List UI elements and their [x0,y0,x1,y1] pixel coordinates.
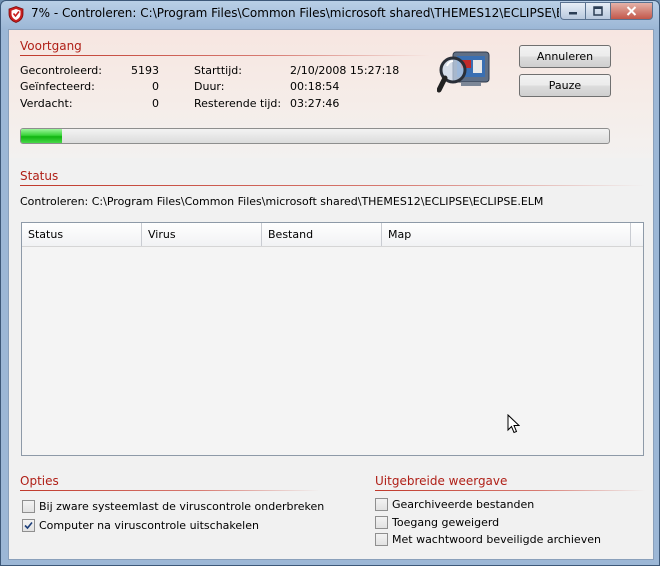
cancel-button[interactable]: Annuleren [519,45,611,68]
scan-window: 7% - Controleren: C:\Program Files\Commo… [0,0,660,566]
progress-section-title: Voortgang [20,39,82,53]
shield-icon [8,6,24,23]
option-shutdown-after-scan[interactable]: Computer na viruscontrole uitschakelen [22,519,259,532]
extended-password-archives-label: Met wachtwoord beveiligde archieven [392,533,601,546]
suspicious-label: Verdacht: [20,97,73,110]
option-shutdown-after-scan-label: Computer na viruscontrole uitschakelen [39,519,259,532]
extended-access-denied[interactable]: Toegang geweigerd [375,516,499,529]
scan-results-list[interactable]: Status Virus Bestand Map [21,222,644,456]
scan-progress-bar [20,128,610,144]
title-bar[interactable]: 7% - Controleren: C:\Program Files\Commo… [1,1,659,27]
progress-panel: Voortgang Gecontroleerd: 5193 Geïnfectee… [9,30,653,158]
extended-access-denied-checkbox[interactable] [375,516,388,529]
duration-label: Duur: [194,80,225,93]
close-icon [626,6,637,16]
extended-access-denied-label: Toegang geweigerd [392,516,500,529]
option-pause-on-load-checkbox[interactable] [22,500,35,513]
option-pause-on-load-label: Bij zware systeemlast de viruscontrole o… [39,500,325,513]
extended-archived-files[interactable]: Gearchiveerde bestanden [375,498,534,511]
window-title: 7% - Controleren: C:\Program Files\Commo… [31,6,559,20]
magnifier-scan-icon [437,51,490,93]
infected-label: Geïnfecteerd: [20,80,95,93]
maximize-icon [593,6,603,16]
option-pause-on-load[interactable]: Bij zware systeemlast de viruscontrole o… [22,500,324,513]
progress-section-divider [20,55,430,56]
results-list-header: Status Virus Bestand Map [22,223,643,247]
option-shutdown-after-scan-checkbox[interactable] [22,519,35,532]
options-section-title: Opties [20,474,59,488]
minimize-button[interactable] [560,2,585,20]
column-header-folder[interactable]: Map [382,223,631,246]
checkmark-icon [24,521,33,530]
start-time-label: Starttijd: [194,64,242,77]
start-time-value: 2/10/2008 15:27:18 [290,64,400,77]
infected-value: 0 [152,80,159,93]
checked-label: Gecontroleerd: [20,64,102,77]
extended-archived-files-checkbox[interactable] [375,498,388,511]
column-header-virus[interactable]: Virus [142,223,262,246]
duration-value: 00:18:54 [290,80,340,93]
close-button[interactable] [610,2,653,20]
scan-progress-fill [21,129,63,143]
current-file-status: Controleren: C:\Program Files\Common Fil… [20,195,544,208]
extended-section-title: Uitgebreide weergave [375,474,508,488]
remaining-time-value: 03:27:46 [290,97,340,110]
column-header-status[interactable]: Status [22,223,142,246]
remaining-time-label: Resterende tijd: [194,97,282,110]
minimize-icon [569,12,577,15]
maximize-button[interactable] [585,2,610,20]
extended-section-divider [375,490,645,491]
status-section-title: Status [20,169,59,183]
pause-button[interactable]: Pauze [519,74,611,97]
suspicious-value: 0 [152,97,159,110]
mouse-cursor-icon [507,414,520,434]
extended-password-archives-checkbox[interactable] [375,533,388,546]
checked-value: 5193 [131,64,159,77]
extended-password-archives[interactable]: Met wachtwoord beveiligde archieven [375,533,601,546]
extended-archived-files-label: Gearchiveerde bestanden [392,498,535,511]
column-header-file[interactable]: Bestand [262,223,382,246]
options-section-divider [20,490,320,491]
client-area: Voortgang Gecontroleerd: 5193 Geïnfectee… [8,29,654,560]
status-section-divider [20,185,645,186]
